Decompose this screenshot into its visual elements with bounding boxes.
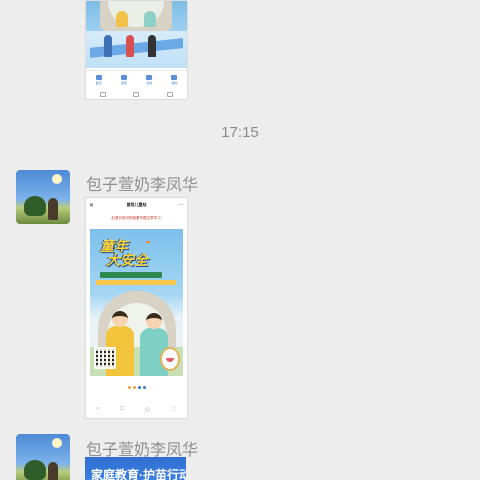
mini-system-nav <box>86 89 187 99</box>
screenshot-bottom-bar: ‹ □ ◇ ♡ <box>86 402 187 416</box>
poster-tag <box>146 241 150 243</box>
favorite-icon: ♡ <box>170 406 177 413</box>
chat-view: 首页 发现 活动 我的 17:15 包子萱奶李凤华 ✕ 冒险儿童站 ⋯ 赶紧长按… <box>0 0 480 480</box>
previous-image-message[interactable]: 首页 发现 活动 我的 <box>85 0 188 100</box>
more-icon: ⋯ <box>179 202 184 208</box>
flag-icon <box>146 75 153 80</box>
banner-headline: 家庭教育·护苗行动 <box>91 468 186 480</box>
carousel-dot-active <box>142 386 146 389</box>
menu-icon <box>99 91 106 97</box>
sender-name: 包子萱奶李凤华 <box>86 177 199 194</box>
screenshot-image-message[interactable]: ✕ 冒险儿童站 ⋯ 赶紧长按识别观看专题文章学习! 童年 大安全 ‹ □ ◇ ♡ <box>85 197 188 419</box>
mini-tab-bar: 首页 发现 活动 我的 <box>86 70 187 89</box>
screenshot-notice: 赶紧长按识别观看专题文章学习! <box>111 216 162 220</box>
next-image-message[interactable]: 家庭教育·护苗行动 <box>85 457 186 480</box>
screenshot-title: 冒险儿童站 <box>126 202 147 207</box>
boy-head <box>112 311 128 327</box>
sender-avatar[interactable] <box>16 170 70 224</box>
close-icon: ✕ <box>89 202 95 209</box>
poster-headline: 童年 大安全 <box>100 238 148 268</box>
poster-illustration <box>86 1 187 31</box>
share-icon: ◇ <box>144 406 150 413</box>
home-icon <box>95 75 102 80</box>
home-icon: □ <box>119 406 124 412</box>
mini-tab-home: 首页 <box>95 75 102 85</box>
home-icon <box>133 91 140 97</box>
mini-tab-discover: 发现 <box>120 75 127 85</box>
poster-ribbon <box>100 272 162 278</box>
mascot-icon <box>160 347 180 371</box>
carousel-dot <box>127 386 131 389</box>
poster-ribbon <box>96 280 176 285</box>
safety-poster: 童年 大安全 <box>90 229 183 376</box>
message-timestamp: 17:15 <box>221 124 259 141</box>
sender-avatar[interactable] <box>16 434 70 480</box>
girl-head <box>146 313 162 329</box>
user-icon <box>171 75 178 80</box>
qr-code <box>94 347 116 369</box>
screenshot-header: ✕ 冒险儿童站 ⋯ <box>86 198 187 212</box>
carousel-dots <box>86 386 187 389</box>
carousel-dot-active <box>137 386 141 389</box>
back-icon <box>167 91 174 97</box>
mini-tab-me: 我的 <box>171 75 177 85</box>
banner-illustration <box>86 31 187 68</box>
carousel-dot <box>132 386 136 389</box>
back-icon: ‹ <box>96 406 99 412</box>
compass-icon <box>120 75 127 80</box>
mini-tab-activity: 活动 <box>146 75 152 85</box>
